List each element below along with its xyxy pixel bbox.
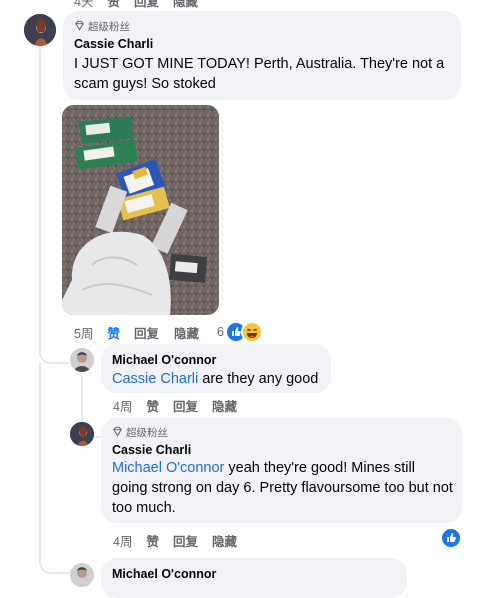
diamond-icon	[112, 426, 123, 440]
comment-bubble: Michael O'connor	[101, 558, 407, 598]
top-fan-badge[interactable]: 超级粉丝	[74, 19, 130, 34]
hide-button[interactable]: 隐藏	[173, 0, 198, 10]
comment-actions: 5周 赞 回复 隐藏 6	[74, 321, 263, 343]
like-button[interactable]: 赞	[146, 396, 159, 415]
comment-actions: 4周 赞 回复 隐藏	[113, 531, 237, 550]
comment-author[interactable]: Cassie Charli	[112, 443, 191, 457]
diamond-icon	[74, 20, 85, 34]
comment-author[interactable]: Michael O'connor	[112, 567, 216, 581]
photo-image	[62, 105, 219, 315]
comment-bubble: 超级粉丝 Cassie Charli I JUST GOT MINE TODAY…	[63, 11, 461, 100]
thread-line	[39, 48, 41, 338]
comment-body: are they any good	[198, 371, 319, 387]
comment-bubble: Michael O'connor Cassie Charli are they …	[101, 344, 331, 393]
avatar-image	[70, 348, 94, 372]
reply-button[interactable]: 回复	[173, 531, 198, 550]
badge-label: 超级粉丝	[88, 21, 130, 33]
comment-text: Cassie Charli are they any good	[112, 369, 318, 389]
top-fan-badge[interactable]: 超级粉丝	[112, 425, 168, 440]
reply-button[interactable]: 回复	[134, 0, 159, 10]
like-button[interactable]: 赞	[107, 0, 120, 10]
haha-icon	[240, 321, 263, 343]
thread-connector	[39, 336, 69, 364]
reactions-summary[interactable]	[224, 321, 263, 343]
timestamp[interactable]: 4周	[113, 531, 132, 550]
avatar-image	[70, 422, 94, 446]
comment-author[interactable]: Michael O'connor	[112, 353, 216, 367]
mention-link[interactable]: Michael O'connor	[112, 460, 224, 476]
comment-text: Michael O'connor yeah they're good! Mine…	[112, 458, 454, 518]
hide-button[interactable]: 隐藏	[174, 323, 199, 342]
timestamp[interactable]: 5周	[74, 323, 93, 342]
badge-label: 超级粉丝	[126, 427, 168, 439]
like-icon[interactable]	[440, 527, 462, 549]
avatar[interactable]	[70, 563, 94, 587]
avatar-image	[24, 14, 56, 46]
comment-photo[interactable]	[62, 105, 219, 315]
reaction-count[interactable]: 6	[217, 325, 224, 339]
like-button[interactable]: 赞	[146, 531, 159, 550]
reply-button[interactable]: 回复	[134, 323, 159, 342]
thread-line	[39, 362, 41, 562]
timestamp[interactable]: 4周	[113, 396, 132, 415]
like-button[interactable]: 赞	[107, 323, 120, 342]
comment-text: I JUST GOT MINE TODAY! Perth, Australia.…	[74, 56, 445, 92]
previous-comment-actions: 4天 赞 回复 隐藏	[74, 0, 198, 10]
timestamp[interactable]: 4天	[74, 0, 93, 10]
reply-button[interactable]: 回复	[173, 396, 198, 415]
comment-bubble: 超级粉丝 Cassie Charli Michael O'connor yeah…	[101, 418, 462, 523]
hide-button[interactable]: 隐藏	[212, 396, 237, 415]
thread-line	[81, 376, 83, 416]
mention-link[interactable]: Cassie Charli	[112, 371, 198, 387]
avatar-image	[70, 563, 94, 587]
thread-connector	[39, 550, 69, 574]
avatar[interactable]	[24, 14, 56, 46]
avatar[interactable]	[70, 348, 94, 372]
comment-author[interactable]: Cassie Charli	[74, 37, 153, 51]
hide-button[interactable]: 隐藏	[212, 531, 237, 550]
avatar[interactable]	[70, 422, 94, 446]
comment-actions: 4周 赞 回复 隐藏	[113, 396, 237, 415]
